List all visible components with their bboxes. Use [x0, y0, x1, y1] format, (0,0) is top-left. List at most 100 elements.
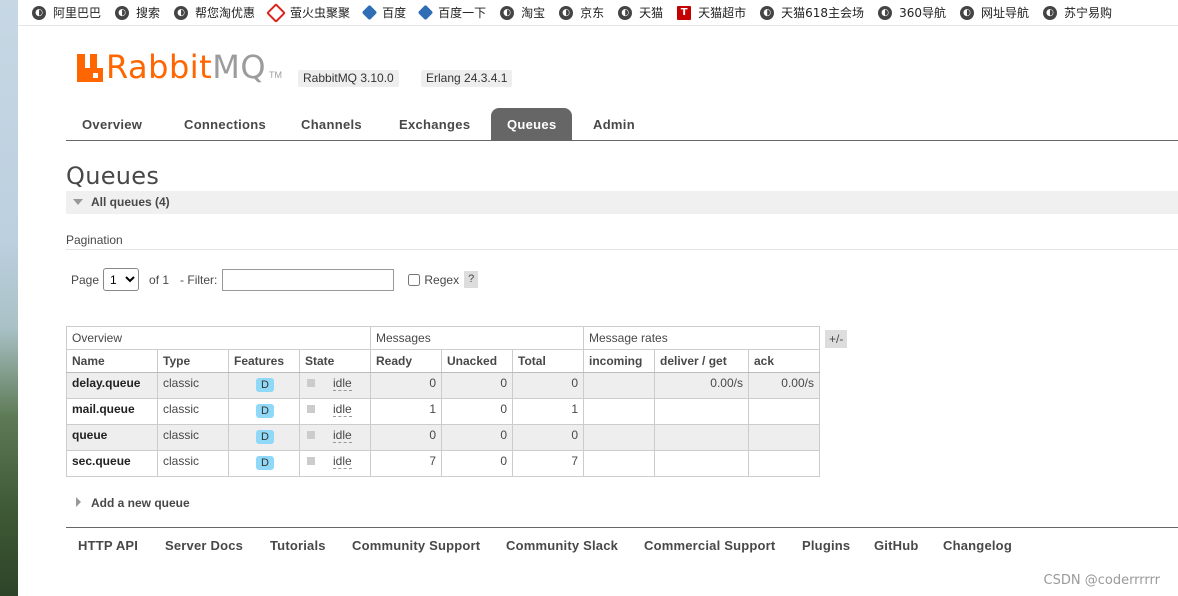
footer-link-server-docs[interactable]: Server Docs — [165, 538, 243, 553]
ready-count: 0 — [370, 424, 442, 451]
ack-rate — [748, 424, 820, 451]
add-queue-label: Add a new queue — [91, 496, 190, 510]
table-group-header: Overview Messages Message rates — [66, 326, 820, 350]
col-unacked[interactable]: Unacked — [441, 349, 513, 373]
regex-label: Regex — [424, 272, 460, 287]
paw-icon — [361, 4, 378, 21]
col-ready[interactable]: Ready — [370, 349, 442, 373]
incoming-rate — [583, 424, 655, 451]
regex-help-button[interactable]: ? — [464, 271, 479, 288]
bookmark-item[interactable]: ◐ 360导航 — [878, 4, 946, 21]
globe-icon: ◐ — [618, 5, 633, 20]
col-features[interactable]: Features — [228, 349, 300, 373]
total-count: 1 — [512, 398, 584, 425]
col-total[interactable]: Total — [512, 349, 584, 373]
footer-link-plugins[interactable]: Plugins — [802, 538, 850, 553]
tab-overview[interactable]: Overview — [66, 108, 158, 140]
col-incoming[interactable]: incoming — [583, 349, 655, 373]
queues-table: Overview Messages Message rates Name Typ… — [66, 326, 820, 477]
globe-icon: ◐ — [559, 5, 574, 20]
deliver-get-rate — [654, 450, 749, 477]
all-queues-section-toggle[interactable]: All queues (4) — [66, 191, 1178, 214]
col-ack[interactable]: ack — [748, 349, 820, 373]
col-name[interactable]: Name — [66, 349, 158, 373]
tab-connections[interactable]: Connections — [168, 108, 282, 140]
tab-admin[interactable]: Admin — [577, 108, 651, 140]
bookmark-item[interactable]: ◐ 天猫618主会场 — [760, 4, 864, 21]
tab-exchanges[interactable]: Exchanges — [383, 108, 486, 140]
table-row[interactable]: delay.queue classic D idle 0 0 0 0.00/s … — [66, 372, 820, 399]
footer-link-tutorials[interactable]: Tutorials — [270, 538, 326, 553]
bookmark-item[interactable]: ◐ 帮您淘优惠 — [174, 4, 255, 21]
col-state[interactable]: State — [299, 349, 371, 373]
incoming-rate — [583, 372, 655, 399]
unacked-count: 0 — [441, 398, 513, 425]
deliver-get-rate — [654, 398, 749, 425]
filter-input[interactable] — [222, 268, 395, 291]
globe-icon: ◐ — [500, 5, 515, 20]
bookmark-item[interactable]: 百度 — [361, 4, 406, 21]
trademark-label: TM — [269, 70, 282, 80]
diamond-icon — [266, 2, 286, 23]
queue-features: D — [228, 450, 300, 477]
col-type[interactable]: Type — [157, 349, 229, 373]
bookmark-item[interactable]: ◐ 苏宁易购 — [1042, 4, 1112, 21]
durable-badge: D — [256, 456, 274, 470]
table-row[interactable]: queue classic D idle 0 0 0 — [66, 424, 820, 451]
footer-link-github[interactable]: GitHub — [874, 538, 919, 553]
bookmark-item[interactable]: ◐ 网址导航 — [959, 4, 1029, 21]
footer-link-commercial-support[interactable]: Commercial Support — [644, 538, 775, 553]
tab-channels[interactable]: Channels — [285, 108, 378, 140]
globe-icon: ◐ — [878, 5, 893, 20]
footer-link-changelog[interactable]: Changelog — [943, 538, 1012, 553]
incoming-rate — [583, 398, 655, 425]
bookmark-item[interactable]: ◐ 阿里巴巴 — [32, 4, 101, 21]
erlang-version: Erlang 24.3.4.1 — [421, 70, 513, 87]
bookmark-item[interactable]: 百度一下 — [417, 4, 486, 21]
total-count: 0 — [512, 424, 584, 451]
rabbitmq-logo[interactable]: RabbitMQ TM — [77, 51, 282, 83]
col-deliver-get[interactable]: deliver / get — [654, 349, 749, 373]
footer-links: HTTP API Server Docs Tutorials Community… — [66, 527, 1178, 562]
queue-type: classic — [157, 424, 229, 451]
ready-count: 0 — [370, 372, 442, 399]
column-toggle-button[interactable]: +/- — [825, 330, 848, 348]
table-column-header: Name Type Features State Ready Unacked T… — [66, 349, 820, 373]
add-queue-section-toggle[interactable]: Add a new queue — [76, 496, 190, 510]
queue-name-link[interactable]: queue — [66, 424, 158, 451]
table-row[interactable]: mail.queue classic D idle 1 0 1 — [66, 398, 820, 425]
tab-queues[interactable]: Queues — [491, 108, 573, 140]
ack-rate — [748, 398, 820, 425]
bookmark-item[interactable]: ◐ 淘宝 — [500, 4, 545, 21]
state-indicator-icon — [307, 405, 315, 414]
regex-checkbox[interactable] — [408, 273, 421, 286]
queue-name-link[interactable]: mail.queue — [66, 398, 158, 425]
durable-badge: D — [256, 404, 274, 418]
queue-state: idle — [299, 424, 371, 451]
queue-name-link[interactable]: sec.queue — [66, 450, 158, 477]
triangle-right-icon — [76, 497, 81, 507]
page-select[interactable]: 1 — [103, 268, 140, 291]
bookmark-item[interactable]: 萤火虫聚聚 — [266, 2, 350, 23]
bookmark-item[interactable]: T 天猫超市 — [677, 4, 746, 21]
total-count: 7 — [512, 450, 584, 477]
bookmark-item[interactable]: ◐ 天猫 — [618, 4, 663, 21]
footer-link-http-api[interactable]: HTTP API — [78, 538, 138, 553]
filter-label: - Filter: — [180, 272, 218, 287]
globe-icon: ◐ — [760, 5, 775, 20]
deliver-get-rate — [654, 424, 749, 451]
triangle-down-icon — [73, 199, 83, 205]
group-message-rates: Message rates — [583, 326, 820, 350]
paw-icon — [417, 4, 434, 21]
csdn-watermark: CSDN @coderrrrrr — [1043, 573, 1160, 588]
queue-name-link[interactable]: delay.queue — [66, 372, 158, 399]
ack-rate — [748, 450, 820, 477]
footer-link-community-slack[interactable]: Community Slack — [506, 538, 618, 553]
unacked-count: 0 — [441, 372, 513, 399]
page-count-label: of 1 — [149, 272, 170, 287]
durable-badge: D — [256, 378, 274, 392]
footer-link-community-support[interactable]: Community Support — [352, 538, 480, 553]
bookmark-item[interactable]: ◐ 搜索 — [115, 4, 160, 21]
bookmark-item[interactable]: ◐ 京东 — [559, 4, 604, 21]
table-row[interactable]: sec.queue classic D idle 7 0 7 — [66, 450, 820, 477]
